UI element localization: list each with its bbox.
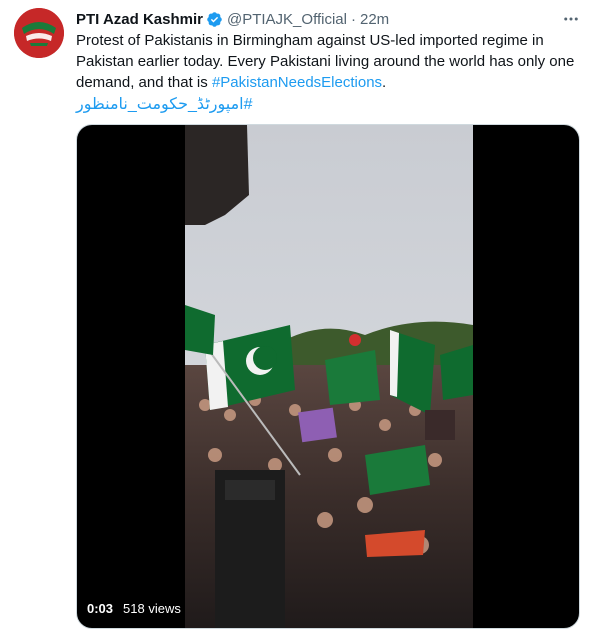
tweet-header: PTI Azad Kashmir @PTIAJK_Official · 22m (76, 9, 582, 29)
video-thumbnail (185, 125, 473, 628)
video-current-time: 0:03 (87, 601, 114, 616)
video-overlay: 0:03 518 views (87, 601, 181, 616)
tweet-text-line-3-suffix: . (382, 74, 387, 91)
hashtag-link[interactable]: #PakistanNeedsElections (212, 74, 382, 91)
tweet-text-line-2: Pakistan earlier today. Every Pakistani … (76, 53, 575, 70)
urdu-hashtag-link[interactable]: #امپورٹڈ_حکومت_نامنظور (76, 94, 586, 115)
pti-logo-icon (14, 8, 64, 58)
timestamp[interactable]: 22m (360, 11, 389, 28)
tweet-text-line-3-prefix: demand, and that is (76, 74, 212, 91)
tweet-text-line-1: Protest of Pakistanis in Birmingham agai… (76, 32, 544, 49)
tweet-text-line-3: demand, and that is #PakistanNeedsElecti… (76, 72, 586, 93)
video-view-count: 518 views (123, 601, 181, 616)
handle[interactable]: @PTIAJK_Official (227, 11, 347, 28)
video-player[interactable]: 0:03 518 views (76, 124, 580, 629)
avatar[interactable] (14, 8, 64, 58)
separator-dot: · (350, 10, 356, 28)
more-options-button[interactable] (560, 8, 582, 30)
display-name[interactable]: PTI Azad Kashmir (76, 11, 203, 28)
tweet-text: Protest of Pakistanis in Birmingham agai… (76, 30, 586, 115)
tweet[interactable]: PTI Azad Kashmir @PTIAJK_Official · 22m … (0, 0, 596, 637)
more-options-icon (564, 17, 578, 21)
verified-badge-icon (207, 11, 222, 27)
video-frame[interactable] (185, 125, 473, 628)
